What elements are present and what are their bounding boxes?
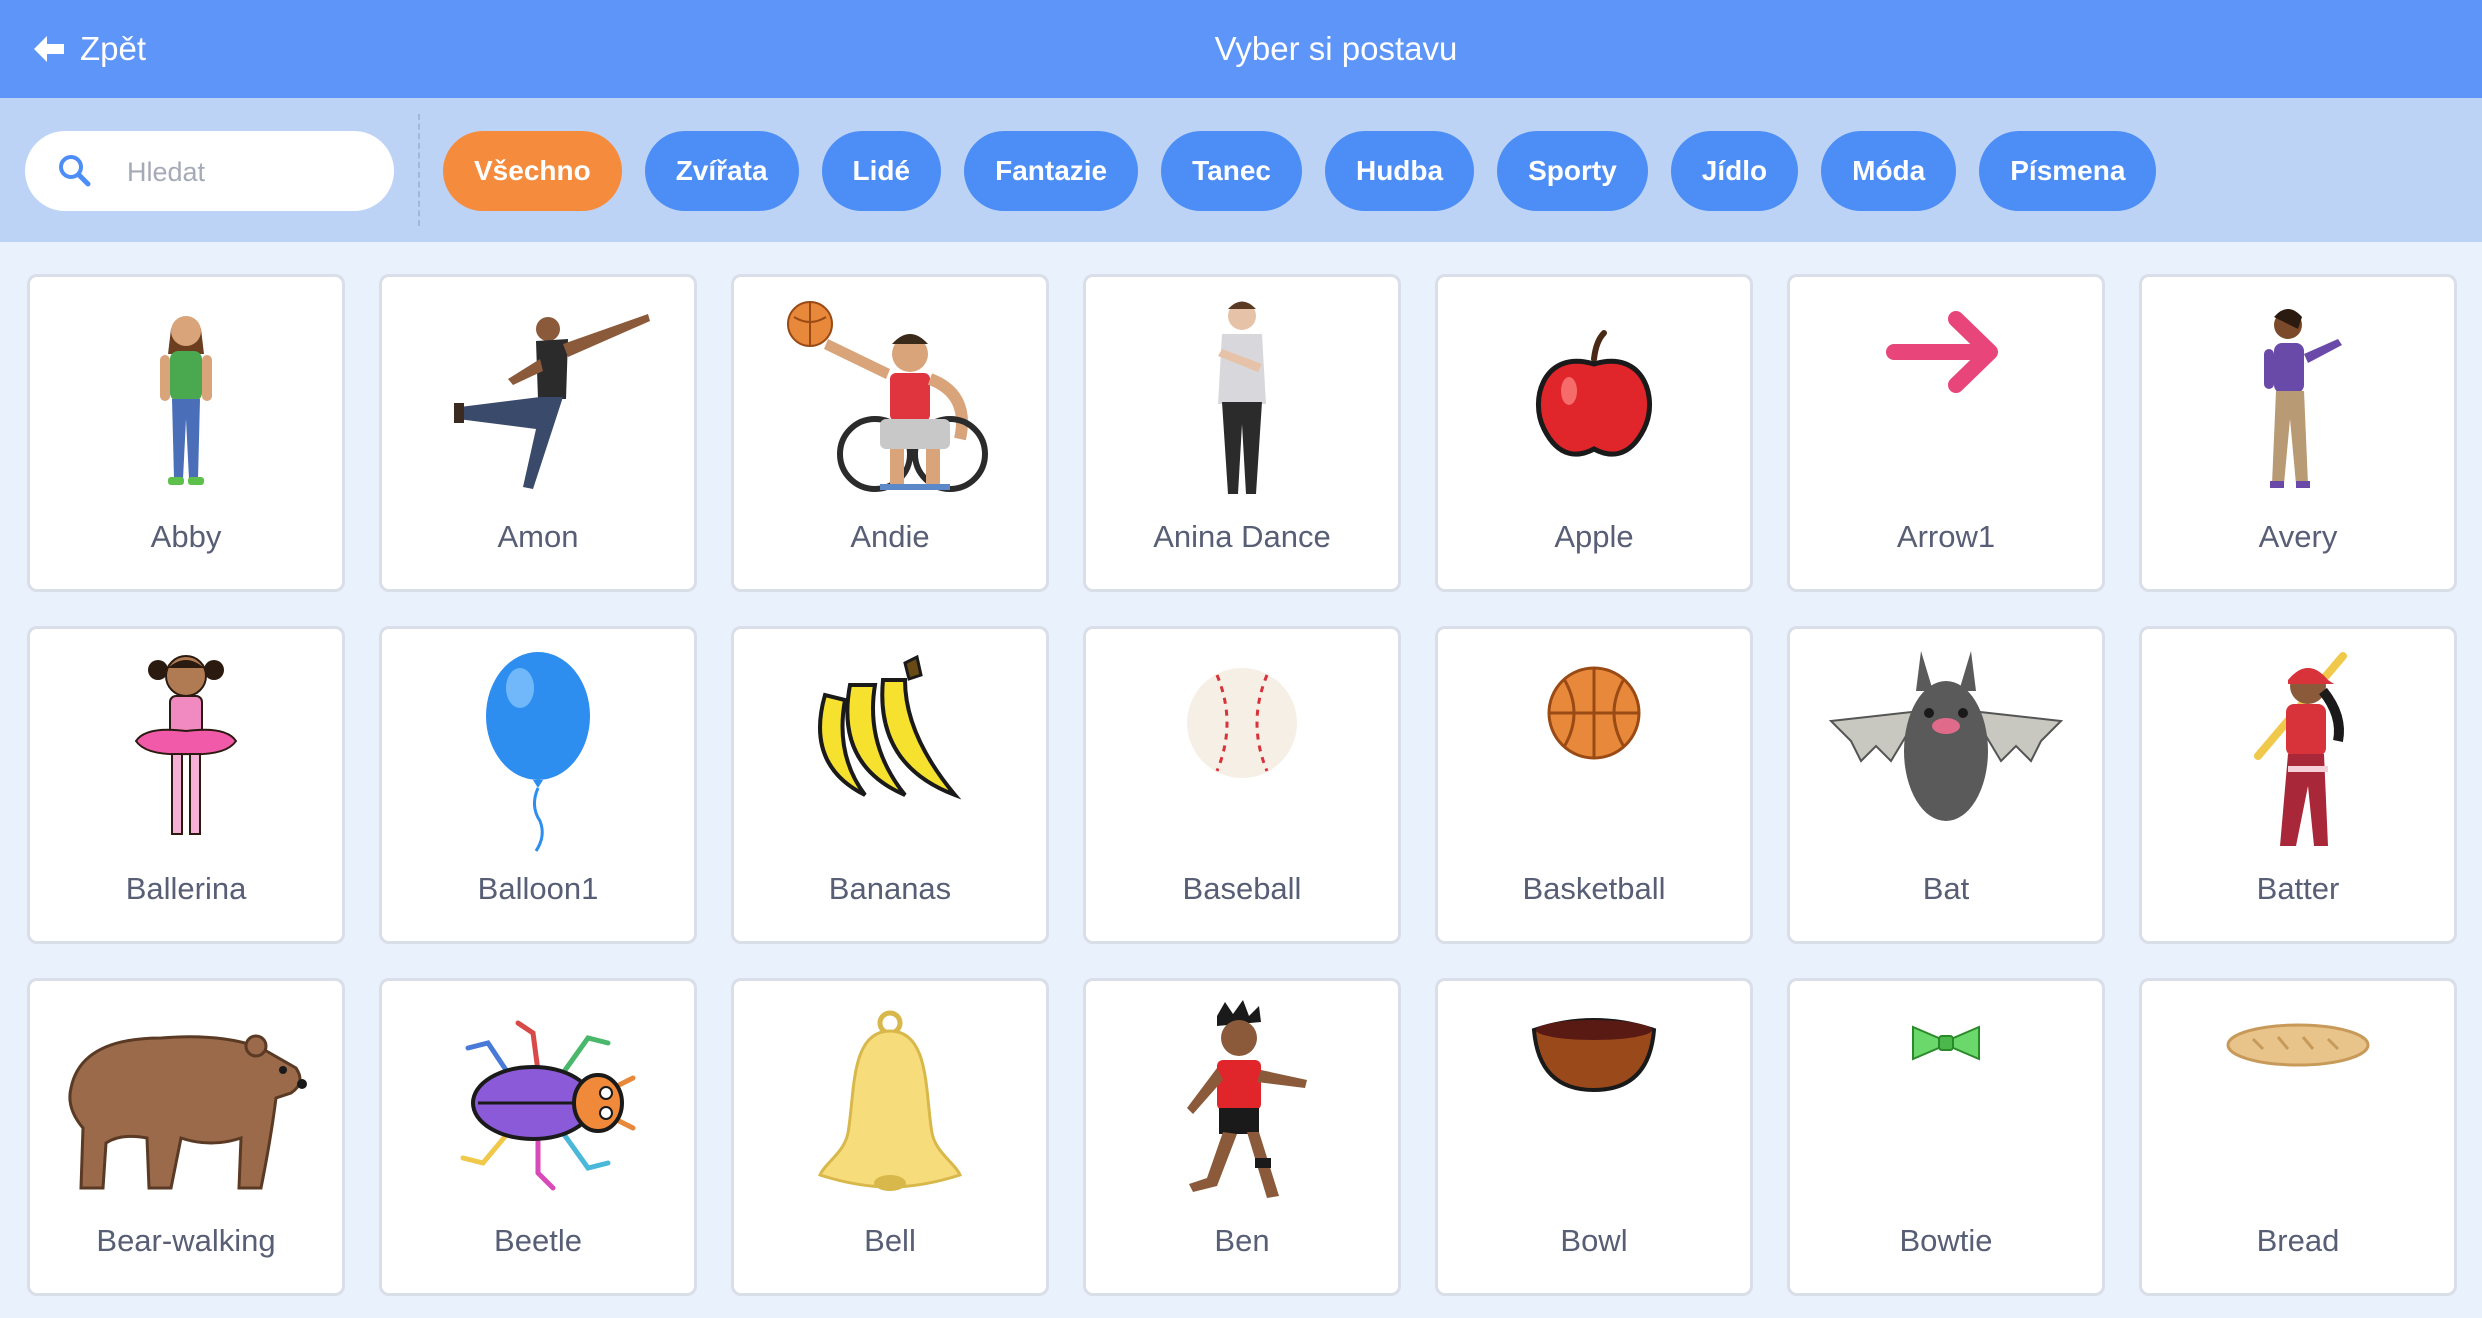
search-input[interactable]: [125, 149, 369, 195]
search-icon: [59, 155, 91, 187]
sprite-card-balloon1[interactable]: Balloon1: [379, 626, 697, 944]
baseball-icon: [1187, 668, 1297, 778]
anina-dance-icon: [1218, 301, 1266, 494]
sprite-card-abby[interactable]: Abby: [27, 274, 345, 592]
page-title: Vyber si postavu: [1214, 30, 1458, 67]
sprite-card-basketball[interactable]: Basketball: [1435, 626, 1753, 944]
sprite-name: Abby: [150, 519, 222, 554]
tag-letters[interactable]: Písmena: [1979, 131, 2157, 211]
sprite-name: Batter: [2256, 871, 2340, 906]
balloon1-icon: [486, 652, 590, 852]
sprite-card-bell[interactable]: Bell: [731, 978, 1049, 1296]
sprite-name: Bananas: [828, 871, 952, 906]
sprite-card-beetle[interactable]: Beetle: [379, 978, 697, 1296]
sprite-name: Beetle: [494, 1223, 582, 1258]
andie-icon: [787, 301, 988, 492]
tag-all[interactable]: Všechno: [443, 131, 622, 211]
sprite-card-bananas[interactable]: Bananas: [731, 626, 1049, 944]
bat-icon: [1828, 651, 2064, 821]
ben-icon: [1187, 1000, 1307, 1198]
sprite-card-ballerina[interactable]: Ballerina: [27, 626, 345, 944]
sprite-name: Apple: [1554, 519, 1634, 554]
sprite-name: Avery: [2258, 519, 2338, 554]
tag-sports[interactable]: Sporty: [1497, 131, 1648, 211]
tag-music[interactable]: Hudba: [1324, 131, 1475, 211]
tag-animals[interactable]: Zvířata: [644, 131, 799, 211]
filter-divider: [418, 114, 420, 226]
tag-people[interactable]: Lidé: [821, 131, 942, 211]
amon-icon: [454, 314, 650, 489]
sprite-card-bat[interactable]: Bat: [1787, 626, 2105, 944]
sprite-card-arrow1[interactable]: Arrow1: [1787, 274, 2105, 592]
ballerina-icon: [134, 655, 238, 835]
sprite-card-batter[interactable]: Batter: [2139, 626, 2457, 944]
basketball-icon: [1547, 666, 1641, 760]
sprite-name: Bell: [864, 1223, 916, 1258]
sprite-name: Basketball: [1522, 871, 1666, 906]
sprite-card-bear-walking[interactable]: Bear-walking: [27, 978, 345, 1296]
bowl-icon: [1531, 1018, 1657, 1093]
sprite-grid: Abby Amon Andie Anina Dance Apple Arrow1…: [27, 274, 2457, 1296]
bananas-icon: [818, 655, 962, 800]
sprite-name: Anina Dance: [1153, 519, 1331, 554]
sprite-name: Bowl: [1560, 1223, 1628, 1258]
apple-icon: [1535, 330, 1653, 457]
batter-icon: [2254, 652, 2347, 846]
beetle-icon: [460, 1020, 636, 1191]
bread-icon: [2226, 1023, 2370, 1067]
sprite-card-apple[interactable]: Apple: [1435, 274, 1753, 592]
search-box[interactable]: [25, 131, 394, 211]
sprite-name: Baseball: [1182, 871, 1302, 906]
sprite-name: Amon: [497, 519, 579, 554]
sprite-name: Bowtie: [1899, 1223, 1993, 1258]
sprite-name: Ballerina: [125, 871, 247, 906]
sprite-card-amon[interactable]: Amon: [379, 274, 697, 592]
sprite-name: Bread: [2256, 1223, 2340, 1258]
arrow1-icon: [1886, 311, 1998, 393]
sprite-name: Bear-walking: [96, 1223, 276, 1258]
bowtie-icon: [1912, 1025, 1980, 1061]
sprite-card-avery[interactable]: Avery: [2139, 274, 2457, 592]
sprite-name: Arrow1: [1896, 519, 1996, 554]
tag-list: Všechno Zvířata Lidé Fantazie Tanec Hudb…: [443, 131, 2157, 211]
sprite-card-bowl[interactable]: Bowl: [1435, 978, 1753, 1296]
sprite-card-bread[interactable]: Bread: [2139, 978, 2457, 1296]
sprite-card-ben[interactable]: Ben: [1083, 978, 1401, 1296]
tag-fantasy[interactable]: Fantazie: [964, 131, 1139, 211]
tag-fashion[interactable]: Móda: [1821, 131, 1957, 211]
avery-icon: [2264, 309, 2342, 488]
bear-walking-icon: [68, 1034, 307, 1190]
bell-icon: [817, 1010, 963, 1191]
abby-icon: [160, 316, 212, 485]
sprite-name: Ben: [1214, 1223, 1270, 1258]
header: Zpět Vyber si postavu: [0, 0, 2482, 98]
sprite-card-anina-dance[interactable]: Anina Dance: [1083, 274, 1401, 592]
sprite-card-bowtie[interactable]: Bowtie: [1787, 978, 2105, 1296]
tag-food[interactable]: Jídlo: [1670, 131, 1799, 211]
sprite-name: Balloon1: [477, 871, 599, 906]
sprite-name: Bat: [1922, 871, 1970, 906]
tag-dance[interactable]: Tanec: [1161, 131, 1302, 211]
sprite-card-andie[interactable]: Andie: [731, 274, 1049, 592]
sprite-card-baseball[interactable]: Baseball: [1083, 626, 1401, 944]
sprite-name: Andie: [850, 519, 930, 554]
